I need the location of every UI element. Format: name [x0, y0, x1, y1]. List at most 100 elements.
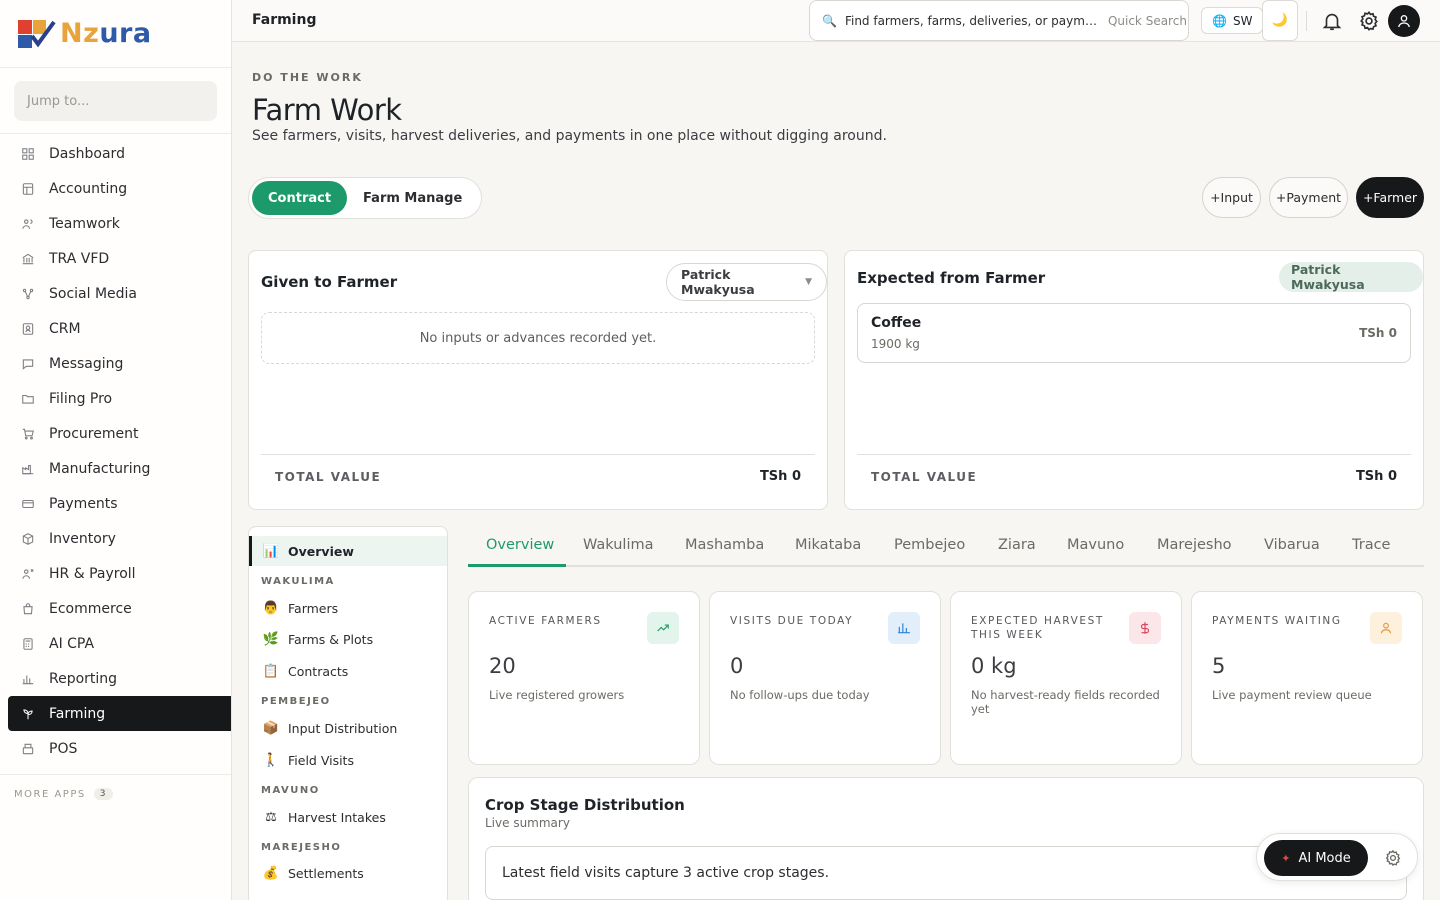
sidebar-item-label: Dashboard	[49, 145, 125, 162]
add-payment-button[interactable]: +Payment	[1269, 177, 1348, 218]
expected-card-title: Expected from Farmer	[857, 269, 1046, 287]
page-subtitle: See farmers, visits, harvest deliveries,…	[252, 128, 887, 144]
sidebar-item-reporting[interactable]: Reporting	[0, 661, 231, 696]
bell-icon[interactable]	[1321, 10, 1343, 32]
sidebar-item-procurement[interactable]: Procurement	[0, 416, 231, 451]
topbar-title: Farming	[252, 12, 317, 28]
theme-toggle-button[interactable]: 🌙	[1262, 0, 1298, 41]
sidebar-item-filing-pro[interactable]: Filing Pro	[0, 381, 231, 416]
sidebar-item-manufacturing[interactable]: Manufacturing	[0, 451, 231, 486]
subnav-item-farms-plots[interactable]: 🌿 Farms & Plots	[262, 628, 373, 650]
sidebar-item-teamwork[interactable]: Teamwork	[0, 206, 231, 241]
sidebar-item-ai-cpa[interactable]: AI CPA	[0, 626, 231, 661]
tab-mavuno[interactable]: Mavuno	[1067, 537, 1124, 553]
package-icon: 📦	[262, 720, 280, 736]
stat-card-visits-due[interactable]: VISITS DUE TODAY 0 No follow-ups due tod…	[709, 591, 941, 765]
sidebar-item-dashboard[interactable]: Dashboard	[0, 136, 231, 171]
subnav-overview[interactable]: 📊 Overview	[249, 536, 447, 566]
mode-toggle: Contract Farm Manage	[248, 177, 483, 219]
stat-label: ACTIVE FARMERS	[489, 615, 602, 627]
sidebar-item-label: Social Media	[49, 285, 138, 302]
stat-card-active-farmers[interactable]: ACTIVE FARMERS 20 Live registered grower…	[468, 591, 700, 765]
gear-icon[interactable]	[1358, 10, 1380, 32]
subnav-item-settlements[interactable]: 💰 Settlements	[262, 862, 364, 884]
sidebar-item-crm[interactable]: CRM	[0, 311, 231, 346]
brand-logo[interactable]: Nzura	[0, 0, 231, 68]
sidebar-item-inventory[interactable]: Inventory	[0, 521, 231, 556]
grid-icon	[21, 147, 35, 161]
add-farmer-button[interactable]: +Farmer	[1356, 177, 1424, 218]
subnav-item-label: Contracts	[288, 663, 349, 679]
more-apps-toggle[interactable]: MORE APPS 3	[14, 788, 113, 800]
logo-text: Nzura	[60, 18, 152, 49]
tab-mashamba[interactable]: Mashamba	[685, 537, 764, 553]
jump-to-input[interactable]: Jump to...	[14, 81, 217, 121]
sidebar-item-label: TRA VFD	[49, 250, 110, 267]
subnav-item-input-distribution[interactable]: 📦 Input Distribution	[262, 717, 397, 739]
crop-stage-title: Crop Stage Distribution	[485, 796, 685, 814]
tab-marejesho[interactable]: Marejesho	[1157, 537, 1232, 553]
language-switch[interactable]: 🌐 SW	[1201, 7, 1264, 34]
tab-trace[interactable]: Trace	[1352, 537, 1390, 553]
tab-vibarua[interactable]: Vibarua	[1264, 537, 1320, 553]
sprout-icon	[21, 707, 35, 721]
sidebar-item-pos[interactable]: POS	[0, 731, 231, 766]
sidebar-item-hr-payroll[interactable]: HR & Payroll	[0, 556, 231, 591]
stat-card-payments-waiting[interactable]: PAYMENTS WAITING 5 Live payment review q…	[1191, 591, 1423, 765]
stat-card-expected-harvest[interactable]: EXPECTED HARVEST THIS WEEK 0 kg No harve…	[950, 591, 1182, 765]
sidebar-item-social-media[interactable]: Social Media	[0, 276, 231, 311]
expected-item-value: TSh 0	[1359, 326, 1397, 340]
tab-mikataba[interactable]: Mikataba	[795, 537, 861, 553]
search-placeholder: Find farmers, farms, deliveries, or paym…	[844, 13, 1101, 28]
given-card-title: Given to Farmer	[261, 273, 398, 291]
expected-from-farmer-card: Expected from Farmer Patrick Mwakyusa Co…	[844, 250, 1424, 510]
subnav-item-contracts[interactable]: 📋 Contracts	[262, 660, 348, 682]
given-empty-state: No inputs or advances recorded yet.	[261, 312, 815, 364]
stat-value: 0 kg	[971, 654, 1017, 678]
expected-total-row: TOTAL VALUE TSh 0	[857, 454, 1411, 498]
sidebar-item-payments[interactable]: Payments	[0, 486, 231, 521]
user-icon	[1398, 15, 1410, 28]
factory-icon	[21, 462, 35, 476]
logo-mark-icon	[18, 19, 56, 48]
stat-description: Live registered growers	[489, 688, 625, 702]
expected-item-row[interactable]: Coffee 1900 kg TSh 0	[857, 303, 1411, 363]
sidebar-item-label: Manufacturing	[49, 460, 151, 477]
add-input-button[interactable]: +Input	[1202, 177, 1261, 218]
stat-value: 0	[730, 654, 744, 678]
mode-contract-button[interactable]: Contract	[252, 181, 348, 215]
sidebar-item-accounting[interactable]: Accounting	[0, 171, 231, 206]
sidebar-item-label: Reporting	[49, 670, 118, 687]
user-avatar[interactable]	[1388, 5, 1420, 37]
subnav-item-label: Input Distribution	[288, 720, 398, 736]
box-icon	[21, 532, 35, 546]
sidebar-item-tra-vfd[interactable]: TRA VFD	[0, 241, 231, 276]
top-bar: Farming 🔍 Find farmers, farms, deliverie…	[232, 0, 1440, 42]
ai-settings-gear-icon[interactable]	[1384, 849, 1402, 867]
subnav-group-marejesho: MAREJESHO	[261, 842, 342, 853]
clipboard-icon: 📋	[262, 663, 280, 679]
sidebar-item-ecommerce[interactable]: Ecommerce	[0, 591, 231, 626]
farmer-select[interactable]: Patrick Mwakyusa ▼	[666, 263, 827, 301]
sidebar-item-messaging[interactable]: Messaging	[0, 346, 231, 381]
expected-item-qty: 1900 kg	[871, 337, 920, 351]
subnav-item-farmers[interactable]: 👨 Farmers	[262, 597, 338, 619]
global-search[interactable]: 🔍 Find farmers, farms, deliveries, or pa…	[809, 0, 1189, 41]
subnav-item-field-visits[interactable]: 🚶 Field Visits	[262, 749, 354, 771]
subnav-item-harvest-intakes[interactable]: ⚖ Harvest Intakes	[262, 806, 386, 828]
subnav-item-label: Harvest Intakes	[288, 809, 386, 825]
given-total-label: TOTAL VALUE	[275, 469, 382, 484]
ai-mode-button[interactable]: ✦ AI Mode	[1264, 840, 1368, 876]
tab-pembejeo[interactable]: Pembejeo	[894, 537, 965, 553]
sparkle-icon: ✦	[1281, 851, 1291, 865]
page-eyebrow: DO THE WORK	[252, 71, 363, 84]
farming-subnav: 📊 Overview WAKULIMA 👨 Farmers 🌿 Farms & Pl…	[248, 526, 448, 900]
tab-wakulima[interactable]: Wakulima	[583, 537, 654, 553]
farmer-select-value: Patrick Mwakyusa	[681, 267, 755, 297]
tab-ziara[interactable]: Ziara	[998, 537, 1036, 553]
quick-search-hint: Quick Search	[1107, 13, 1187, 28]
mode-farm-manage-button[interactable]: Farm Manage	[347, 181, 478, 215]
sidebar-item-farming[interactable]: Farming	[8, 696, 231, 731]
tab-overview[interactable]: Overview	[486, 537, 554, 553]
stat-description: No harvest-ready fields recorded yet	[971, 688, 1160, 716]
